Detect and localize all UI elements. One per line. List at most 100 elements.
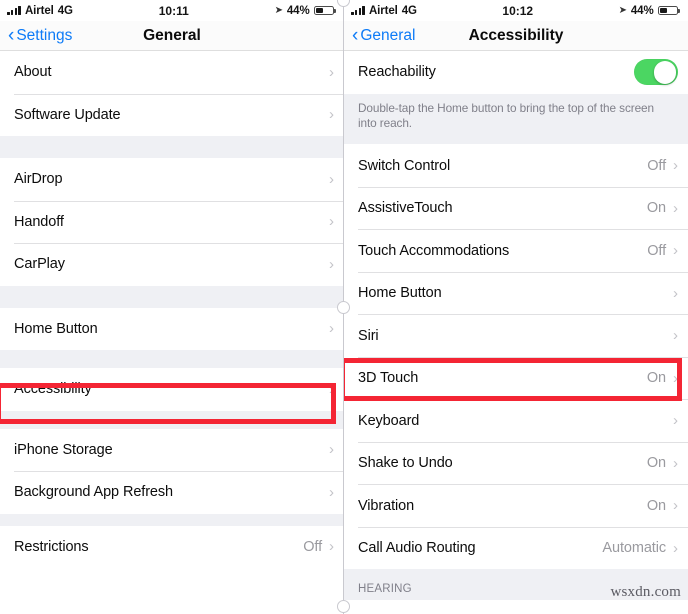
- chevron-right-icon: ›: [673, 454, 678, 472]
- row-label: Vibration: [358, 497, 415, 514]
- row-label: Background App Refresh: [14, 484, 174, 501]
- chevron-right-icon: ›: [673, 284, 678, 302]
- network-type-label: 4G: [57, 4, 73, 17]
- chevron-right-icon: ›: [673, 412, 678, 430]
- battery-icon: [657, 5, 680, 16]
- chevron-right-icon: ›: [673, 369, 678, 387]
- chevron-right-icon: ›: [329, 213, 334, 231]
- row-home-button[interactable]: Home Button ›: [344, 271, 688, 315]
- row-label: Switch Control: [358, 157, 451, 174]
- group-separator: [0, 350, 344, 368]
- row-carplay[interactable]: CarPlay ›: [0, 243, 344, 286]
- row-value: On: [646, 455, 666, 472]
- row-about[interactable]: About ›: [0, 51, 344, 94]
- row-label: Home Button: [358, 285, 442, 302]
- row-label: Restrictions: [14, 538, 89, 555]
- row-airdrop[interactable]: AirDrop ›: [0, 158, 344, 201]
- row-switch-control[interactable]: Switch Control Off ›: [344, 144, 688, 187]
- signal-bars-icon: [7, 6, 21, 15]
- status-bar-right: Airtel 4G 10:12 ➤ 44%: [344, 0, 688, 21]
- row-label: 3D Touch: [358, 370, 419, 387]
- row-value: Off: [647, 242, 666, 259]
- group-reachability: Reachability: [344, 51, 688, 94]
- back-button-settings[interactable]: ‹ Settings: [8, 26, 72, 45]
- row-label: Call Audio Routing: [358, 540, 476, 557]
- row-call-audio-routing[interactable]: Call Audio Routing Automatic ›: [344, 526, 688, 570]
- chevron-right-icon: ›: [329, 538, 334, 556]
- chevron-right-icon: ›: [329, 255, 334, 273]
- group-separator: [0, 285, 344, 308]
- row-handoff[interactable]: Handoff ›: [0, 200, 344, 243]
- watermark-label: wsxdn.com: [610, 584, 681, 600]
- group-interaction: Switch Control Off › AssistiveTouch On ›…: [344, 144, 688, 570]
- battery-percent-label: 44%: [286, 4, 310, 17]
- status-bar-left: Airtel 4G 10:11 ➤ 44%: [0, 0, 344, 21]
- row-label: iPhone Storage: [14, 441, 113, 458]
- row-label: AssistiveTouch: [358, 200, 453, 217]
- status-left-group: Airtel 4G: [7, 5, 73, 17]
- toggle-knob: [653, 60, 677, 84]
- row-software-update[interactable]: Software Update ›: [0, 93, 344, 136]
- row-value: Off: [303, 538, 322, 555]
- chevron-right-icon: ›: [329, 106, 334, 124]
- chevron-right-icon: ›: [673, 497, 678, 515]
- signal-bars-icon: [351, 6, 365, 15]
- status-right-group: ➤ 44%: [619, 5, 680, 17]
- clock-label: 10:11: [158, 3, 189, 18]
- row-home-button[interactable]: Home Button ›: [0, 307, 344, 350]
- row-keyboard[interactable]: Keyboard ›: [344, 399, 688, 442]
- row-shake-to-undo[interactable]: Shake to Undo On ›: [344, 441, 688, 485]
- row-iphone-storage[interactable]: iPhone Storage ›: [0, 428, 344, 471]
- chevron-right-icon: ›: [329, 170, 334, 188]
- two-phone-screenshot: Airtel 4G 10:11 ➤ 44% ‹ Settings General: [0, 0, 688, 614]
- carrier-label: Airtel: [24, 4, 54, 17]
- group-connectivity: AirDrop › Handoff › CarPlay ›: [0, 158, 344, 286]
- phone-screen-accessibility: Airtel 4G 10:12 ➤ 44% ‹ General Accessib…: [344, 0, 688, 614]
- reachability-footer-note: Double-tap the Home button to bring the …: [344, 93, 688, 145]
- row-accessibility[interactable]: Accessibility ›: [0, 368, 344, 411]
- battery-icon: [313, 5, 336, 16]
- chevron-left-icon: ‹: [352, 25, 359, 46]
- row-value: Automatic: [602, 540, 666, 557]
- row-label: Touch Accommodations: [358, 242, 510, 259]
- row-label: Keyboard: [358, 412, 420, 429]
- row-label: About: [14, 64, 52, 81]
- divider-notch-middle: [337, 301, 350, 314]
- nav-bar-accessibility: ‹ General Accessibility: [344, 21, 688, 51]
- phone-screen-general: Airtel 4G 10:11 ➤ 44% ‹ Settings General: [0, 0, 344, 614]
- group-accessibility: Accessibility ›: [0, 368, 344, 411]
- chevron-right-icon: ›: [329, 441, 334, 459]
- location-arrow-icon: ➤: [274, 5, 283, 16]
- row-label: CarPlay: [14, 256, 65, 273]
- row-touch-accommodations[interactable]: Touch Accommodations Off ›: [344, 229, 688, 272]
- clock-label: 10:12: [502, 3, 534, 18]
- group-home-button: Home Button ›: [0, 307, 344, 350]
- row-label: Accessibility: [14, 381, 92, 398]
- row-vibration[interactable]: Vibration On ›: [344, 484, 688, 527]
- group-restrictions: Restrictions Off ›: [0, 525, 344, 568]
- chevron-right-icon: ›: [673, 539, 678, 557]
- row-label: Home Button: [14, 320, 98, 337]
- row-reachability[interactable]: Reachability: [344, 51, 688, 94]
- row-label: Software Update: [14, 106, 121, 123]
- back-button-general[interactable]: ‹ General: [352, 26, 415, 45]
- row-siri[interactable]: Siri ›: [344, 314, 688, 357]
- row-3d-touch[interactable]: 3D Touch On ›: [344, 356, 688, 400]
- row-value: On: [646, 200, 666, 217]
- status-left-group: Airtel 4G: [351, 5, 417, 17]
- status-right-group: ➤ 44%: [275, 5, 336, 17]
- chevron-right-icon: ›: [673, 199, 678, 217]
- row-value: On: [646, 497, 666, 514]
- settings-list-accessibility: Reachability Double-tap the Home button …: [344, 51, 688, 601]
- row-assistivetouch[interactable]: AssistiveTouch On ›: [344, 186, 688, 230]
- chevron-right-icon: ›: [673, 157, 678, 175]
- row-value: Off: [647, 157, 666, 174]
- row-background-app-refresh[interactable]: Background App Refresh ›: [0, 471, 344, 514]
- chevron-right-icon: ›: [673, 242, 678, 260]
- reachability-toggle[interactable]: [634, 59, 678, 86]
- row-restrictions[interactable]: Restrictions Off ›: [0, 525, 344, 568]
- back-button-label: Settings: [16, 26, 73, 44]
- group-separator: [0, 136, 344, 158]
- settings-list-general: About › Software Update › AirDrop › Hand…: [0, 51, 344, 568]
- row-value: On: [646, 370, 666, 387]
